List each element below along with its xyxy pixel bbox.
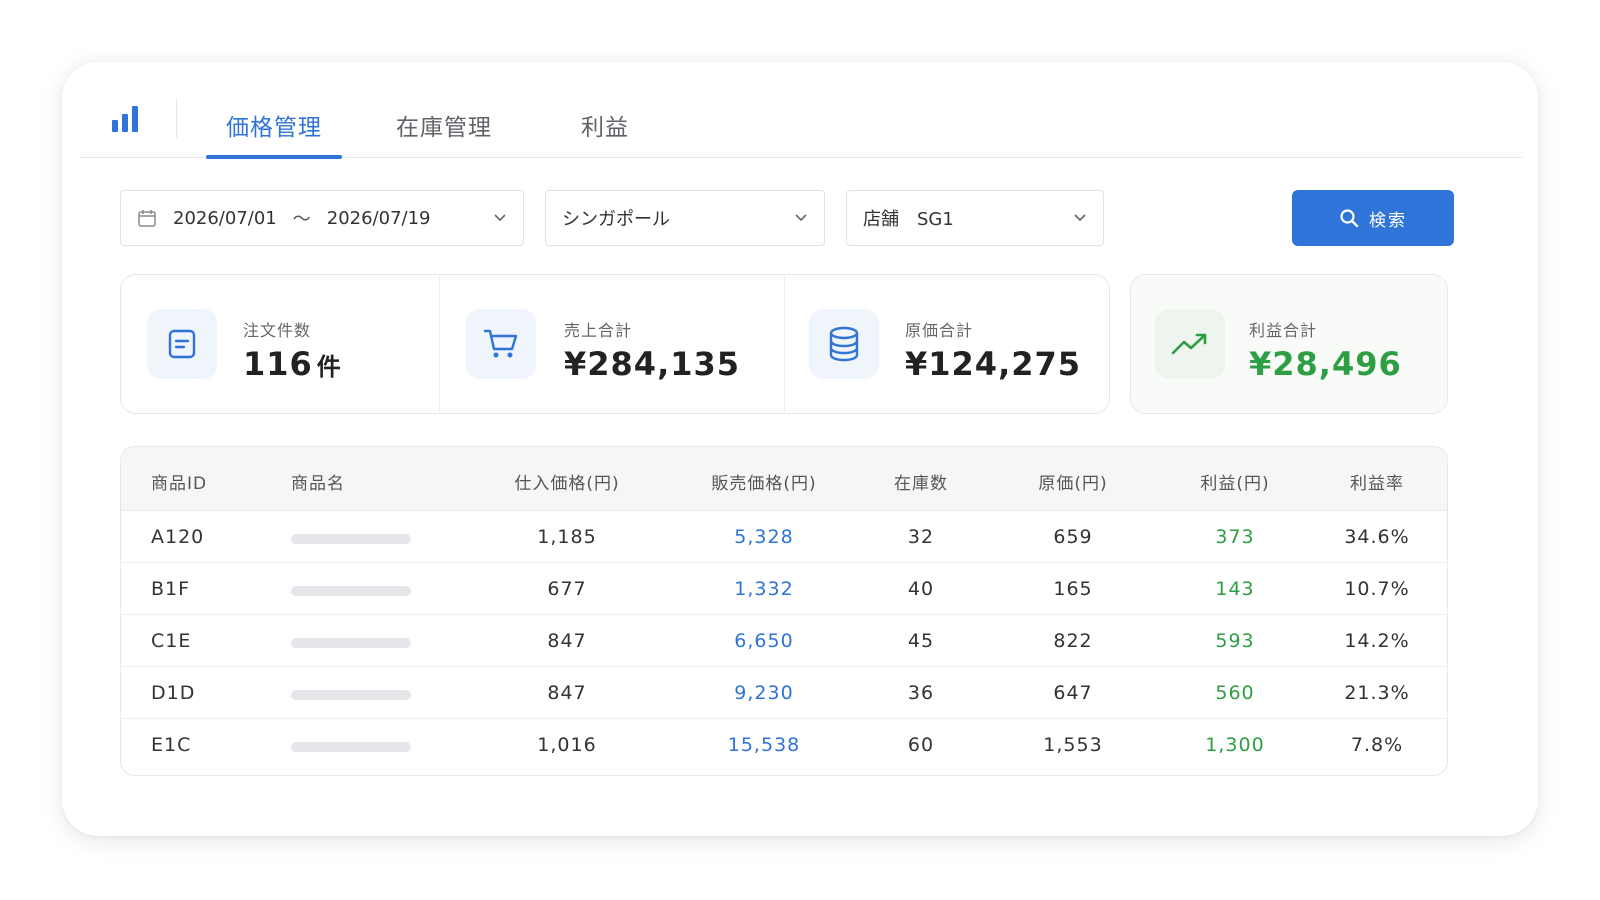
cell-profit: 593: [1215, 630, 1255, 652]
main-card: 価格管理 在庫管理 利益 2026/07/01 〜 2026/07/19 シンガ…: [62, 62, 1538, 836]
cart-icon: [466, 309, 536, 379]
stat-orders-value: 116 件: [243, 345, 342, 383]
cell-cost: 647: [1053, 682, 1093, 704]
cell-profit: 560: [1215, 682, 1255, 704]
date-separator: 〜: [292, 209, 311, 230]
cell-profit: 373: [1215, 526, 1255, 548]
cell-cost: 1,553: [1043, 734, 1103, 756]
cell-purchase-price: 677: [547, 578, 587, 600]
stat-cost-label: 原価合計: [905, 321, 974, 340]
tab-inventory-management[interactable]: 在庫管理: [386, 92, 502, 158]
cell-sale-price: 9,230: [734, 682, 794, 704]
cell-sale-price: 1,332: [734, 578, 794, 600]
th-profit-rate: 利益率: [1350, 474, 1404, 494]
country-value: シンガポール: [562, 209, 670, 230]
stats-panel: 注文件数 116 件 売上合計 ¥284,135 原価合計 ¥124,275: [120, 274, 1110, 414]
cell-cost: 165: [1053, 578, 1093, 600]
cell-purchase-price: 1,016: [537, 734, 597, 756]
date-range-picker[interactable]: 2026/07/01 〜 2026/07/19: [120, 190, 524, 246]
cell-stock: 45: [907, 630, 935, 652]
product-table: 商品ID 商品名 仕入価格(円) 販売価格(円) 在庫数 原価(円) 利益(円)…: [120, 446, 1448, 776]
table-row[interactable]: D1D 847 9,230 36 647 560 21.3%: [121, 667, 1447, 719]
chevron-down-icon: [1074, 214, 1086, 222]
cell-stock: 36: [907, 682, 935, 704]
table-row[interactable]: E1C 1,016 15,538 60 1,553 1,300 7.8%: [121, 719, 1447, 771]
cell-cost: 822: [1053, 630, 1093, 652]
cell-stock: 40: [907, 578, 935, 600]
product-name-placeholder: [291, 742, 411, 752]
cell-stock: 60: [907, 734, 935, 756]
product-name-placeholder: [291, 534, 411, 544]
stat-sales-value: ¥284,135: [564, 345, 741, 383]
database-icon: [809, 309, 879, 379]
cell-product-id: C1E: [151, 630, 192, 652]
store-select[interactable]: 店舗 SG1: [846, 190, 1104, 246]
th-profit: 利益(円): [1200, 474, 1270, 494]
cell-sale-price: 15,538: [727, 734, 801, 756]
tab-price-management[interactable]: 価格管理: [206, 92, 342, 159]
th-cost: 原価(円): [1038, 474, 1108, 494]
stat-sales-label: 売上合計: [564, 321, 633, 340]
cell-purchase-price: 847: [547, 682, 587, 704]
chevron-down-icon: [795, 214, 807, 222]
th-sale-price: 販売価格(円): [711, 474, 817, 494]
cell-product-id: D1D: [151, 682, 196, 704]
cell-profit: 143: [1215, 578, 1255, 600]
stat-orders: 注文件数 116 件: [121, 275, 439, 415]
stat-profit-label: 利益合計: [1249, 321, 1318, 340]
trending-up-icon: [1155, 309, 1225, 379]
stat-orders-unit: 件: [316, 353, 342, 381]
logo-divider: [176, 98, 177, 138]
th-stock: 在庫数: [894, 474, 948, 494]
th-product-name: 商品名: [291, 474, 345, 494]
tab-profit[interactable]: 利益: [570, 92, 640, 158]
stat-orders-label: 注文件数: [243, 321, 312, 340]
cell-profit: 1,300: [1205, 734, 1265, 756]
table-row[interactable]: A120 1,185 5,328 32 659 373 34.6%: [121, 511, 1447, 563]
calendar-icon: [138, 210, 156, 227]
stat-orders-number: 116: [243, 345, 313, 383]
cell-profit-rate: 10.7%: [1344, 578, 1410, 600]
search-label: 検索: [1369, 210, 1407, 230]
search-button[interactable]: 検索: [1292, 190, 1454, 246]
stat-profit: 利益合計 ¥28,496: [1130, 274, 1448, 414]
chevron-down-icon: [494, 214, 506, 222]
stat-sales: 売上合計 ¥284,135: [440, 275, 784, 415]
cell-sale-price: 5,328: [734, 526, 794, 548]
th-product-id: 商品ID: [151, 474, 208, 494]
table-row[interactable]: C1E 847 6,650 45 822 593 14.2%: [121, 615, 1447, 667]
tab-bar: 価格管理 在庫管理 利益: [80, 62, 1522, 159]
product-name-placeholder: [291, 638, 411, 648]
cell-product-id: E1C: [151, 734, 192, 756]
cell-product-id: A120: [151, 526, 205, 548]
cell-cost: 659: [1053, 526, 1093, 548]
date-end: 2026/07/19: [326, 207, 431, 229]
th-purchase-price: 仕入価格(円): [514, 474, 620, 494]
cell-product-id: B1F: [151, 578, 191, 600]
document-icon: [147, 309, 217, 379]
product-name-placeholder: [291, 690, 411, 700]
cell-profit-rate: 34.6%: [1344, 526, 1410, 548]
stat-cost-value: ¥124,275: [905, 345, 1082, 383]
country-select[interactable]: シンガポール: [545, 190, 825, 246]
table-header: 商品ID 商品名 仕入価格(円) 販売価格(円) 在庫数 原価(円) 利益(円)…: [121, 447, 1447, 511]
cell-sale-price: 6,650: [734, 630, 794, 652]
cell-profit-rate: 7.8%: [1350, 734, 1404, 756]
cell-stock: 32: [907, 526, 935, 548]
stat-profit-value: ¥28,496: [1249, 345, 1402, 383]
date-start: 2026/07/01: [173, 207, 277, 229]
search-icon: [1340, 209, 1359, 228]
cell-purchase-price: 847: [547, 630, 587, 652]
stat-cost: 原価合計 ¥124,275: [785, 275, 1109, 415]
store-value: 店舗 SG1: [863, 209, 954, 230]
product-name-placeholder: [291, 586, 411, 596]
cell-profit-rate: 21.3%: [1344, 682, 1410, 704]
bar-chart-icon: [112, 106, 138, 132]
cell-purchase-price: 1,185: [537, 526, 597, 548]
cell-profit-rate: 14.2%: [1344, 630, 1410, 652]
table-row[interactable]: B1F 677 1,332 40 165 143 10.7%: [121, 563, 1447, 615]
